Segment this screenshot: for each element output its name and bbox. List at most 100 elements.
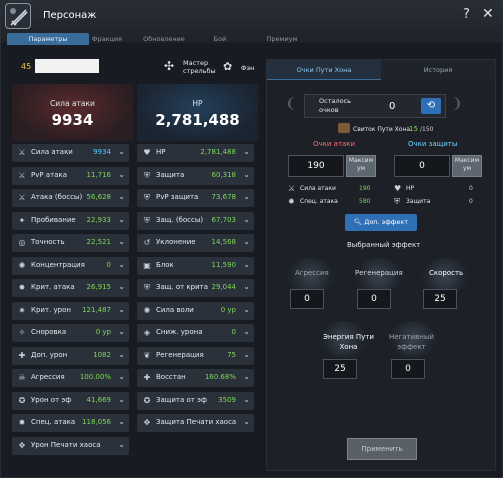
stat-row-willpower[interactable]: ✺ Сила воли 0 ур ⌄ <box>137 301 254 320</box>
stat-row-regen[interactable]: ❦ Регенерация 75 ⌄ <box>137 346 254 365</box>
stat-label: Регенерация <box>156 350 204 359</box>
effect-speed-value[interactable]: 25 <box>423 289 457 309</box>
stat-row-element-defense[interactable]: ✪ Защита от эф 3509 ⌄ <box>137 391 254 410</box>
chevron-down-icon[interactable]: ⌄ <box>243 305 250 314</box>
chevron-down-icon[interactable]: ⌄ <box>118 305 125 314</box>
chevron-down-icon[interactable]: ⌄ <box>118 237 125 246</box>
stat-row-pvp-defense[interactable]: ⛨ PvP защита 73,678 ⌄ <box>137 189 254 207</box>
stat-row-chaos-seal[interactable]: ✥ Урон Печати хаоса ⌄ <box>12 436 129 455</box>
attack-max-button[interactable]: Максим ум <box>346 155 376 177</box>
stat-row-boss-defense[interactable]: ⛨ Защ. (боссы) 67,703 ⌄ <box>137 211 254 230</box>
stat-row-pvp[interactable]: ⚔ PvP атака 11,716 ⌄ <box>12 166 129 185</box>
chevron-down-icon[interactable]: ⌄ <box>243 170 250 179</box>
chevron-down-icon[interactable]: ⌄ <box>243 215 250 224</box>
stat-label: Крит. урон <box>31 305 71 314</box>
chevron-down-icon[interactable]: ⌄ <box>243 350 250 359</box>
damage-reduce-icon: ◈ <box>143 328 151 337</box>
stat-value: 22,933 <box>86 215 112 224</box>
chevron-down-icon[interactable]: ⌄ <box>243 417 250 426</box>
chevron-down-icon[interactable]: ⌄ <box>243 192 250 201</box>
stat-row-add-damage[interactable]: ✚ Доп. урон 1082 ⌄ <box>12 346 129 365</box>
atk-line-2-icon: ✹ <box>288 197 295 206</box>
chevron-down-icon[interactable]: ⌄ <box>118 282 125 291</box>
crit-defense-icon: ⛨ <box>144 283 150 292</box>
close-icon[interactable]: ✕ <box>482 6 494 22</box>
defense-max-button[interactable]: Максим ум <box>452 155 482 177</box>
window-header: Персонаж ? ✕ Параметры Фракция Обновлени… <box>1 1 502 45</box>
spec-fen-label: Фэн <box>241 64 255 72</box>
chevron-down-icon[interactable]: ⌄ <box>118 192 125 201</box>
attack-points-input[interactable]: 190 <box>288 155 344 177</box>
stat-row-chaos-seal-defense[interactable]: ✥ Защита Печати хаоса ⌄ <box>137 414 254 432</box>
tab-history[interactable]: История <box>381 60 495 80</box>
stat-row-boss-attack[interactable]: ⚔ Атака (боссы) 56,628 ⌄ <box>12 189 129 207</box>
stat-row-concentration[interactable]: ✺ Концентрация 0 ⌄ <box>12 256 129 275</box>
defense-points-input[interactable]: 0 <box>394 155 450 177</box>
chevron-down-icon[interactable]: ⌄ <box>243 147 250 156</box>
stat-row-crit-damage[interactable]: ✷ Крит. урон 121,487 ⌄ <box>12 301 129 320</box>
apply-button[interactable]: Применить <box>347 438 417 460</box>
stat-label: Защ. (боссы) <box>156 215 204 224</box>
stat-row-swords[interactable]: ⚔ Сила атаки 9934 ⌄ <box>12 144 129 162</box>
stat-label: Сила воли <box>156 305 194 314</box>
chevron-down-icon[interactable]: ⌄ <box>118 327 125 336</box>
stat-value: 11,716 <box>86 170 112 179</box>
hp-summary: HP 2,781,488 <box>137 84 258 141</box>
energy-value[interactable]: 25 <box>323 359 357 379</box>
attack-power-summary: Сила атаки 9934 <box>12 84 133 141</box>
energy-label: Энергия Пути Хона <box>323 333 374 351</box>
extra-effect-button[interactable]: 🔍︎ Доп. эффект <box>345 214 417 231</box>
tab-premium[interactable]: Премиум <box>257 33 307 45</box>
reset-points-button[interactable]: ⟲ <box>421 98 441 114</box>
stat-row-pierce[interactable]: ✦ Пробивание 22,933 ⌄ <box>12 211 129 230</box>
stat-row-special-attack[interactable]: ✹ Спец. атака 118,056 ⌄ <box>12 414 129 432</box>
stat-row-heart[interactable]: ♥ HP 2,781,488 ⌄ <box>137 144 254 162</box>
stat-row-shield[interactable]: ⛨ Защита 60,318 ⌄ <box>137 166 254 185</box>
chevron-down-icon[interactable]: ⌄ <box>118 395 125 404</box>
negative-effect-value[interactable]: 0 <box>391 359 425 379</box>
chevron-down-icon[interactable]: ⌄ <box>243 237 250 246</box>
stat-value: 29,044 <box>211 283 237 291</box>
hp-title: HP <box>192 99 203 108</box>
chevron-down-icon[interactable]: ⌄ <box>118 215 125 224</box>
stat-row-damage-reduce[interactable]: ◈ Сниж. урона 0 ⌄ <box>137 324 254 342</box>
help-icon[interactable]: ? <box>463 7 470 22</box>
add-damage-icon: ✚ <box>18 350 26 360</box>
chevron-down-icon[interactable]: ⌄ <box>118 260 125 269</box>
stat-row-element-damage[interactable]: ✪ Урон от эф 41,669 ⌄ <box>12 391 129 410</box>
stat-row-block[interactable]: ▣ Блок 11,590 ⌄ <box>137 256 254 275</box>
stat-label: Урон Печати хаоса <box>31 440 101 449</box>
stat-label: Урон от эф <box>31 395 72 404</box>
chevron-down-icon[interactable]: ⌄ <box>243 372 250 381</box>
chevron-down-icon[interactable]: ⌄ <box>118 350 125 359</box>
effect-aggression-value[interactable]: 0 <box>290 289 324 309</box>
chevron-down-icon[interactable]: ⌄ <box>118 440 125 449</box>
extra-effect-label: Доп. эффект <box>364 218 409 226</box>
effect-regen-value[interactable]: 0 <box>357 289 391 309</box>
stat-row-agility[interactable]: ✧ Сноровка 0 ур ⌄ <box>12 324 129 342</box>
stat-label: Атака (боссы) <box>31 193 83 201</box>
chevron-down-icon[interactable]: ⌄ <box>243 260 250 269</box>
stat-label: Агрессия <box>31 373 65 381</box>
stat-label: Защита от эф <box>156 395 207 404</box>
evasion-icon: ↺ <box>143 238 151 247</box>
block-icon: ▣ <box>143 260 151 270</box>
spec-master-icon: ✣ <box>164 59 175 73</box>
chevron-down-icon[interactable]: ⌄ <box>243 327 250 336</box>
tab-upgrade[interactable]: Обновление <box>129 33 199 45</box>
tab-hong-points[interactable]: Очки Пути Хона <box>267 60 381 80</box>
stat-row-recovery[interactable]: ✚ Восстан 160.68% ⌄ <box>137 369 254 387</box>
stat-row-accuracy[interactable]: ◎ Точность 22,521 ⌄ <box>12 234 129 252</box>
stat-row-crit-defense[interactable]: ⛨ Защ. от крита 29,044 ⌄ <box>137 279 254 297</box>
tab-battle[interactable]: Бой <box>205 33 235 45</box>
stat-row-evasion[interactable]: ↺ Уклонение 14,568 ⌄ <box>137 234 254 252</box>
stat-row-crit[interactable]: ✸ Крит. атака 26,915 ⌄ <box>12 279 129 297</box>
chevron-down-icon[interactable]: ⌄ <box>118 147 125 156</box>
stat-row-aggression[interactable]: ☠ Агрессия 100.00% ⌄ <box>12 369 129 387</box>
chevron-down-icon[interactable]: ⌄ <box>118 372 125 381</box>
character-window: Персонаж ? ✕ Параметры Фракция Обновлени… <box>0 0 503 478</box>
chevron-down-icon[interactable]: ⌄ <box>243 395 250 404</box>
chevron-down-icon[interactable]: ⌄ <box>243 282 250 291</box>
chevron-down-icon[interactable]: ⌄ <box>118 417 125 426</box>
chevron-down-icon[interactable]: ⌄ <box>118 170 125 179</box>
